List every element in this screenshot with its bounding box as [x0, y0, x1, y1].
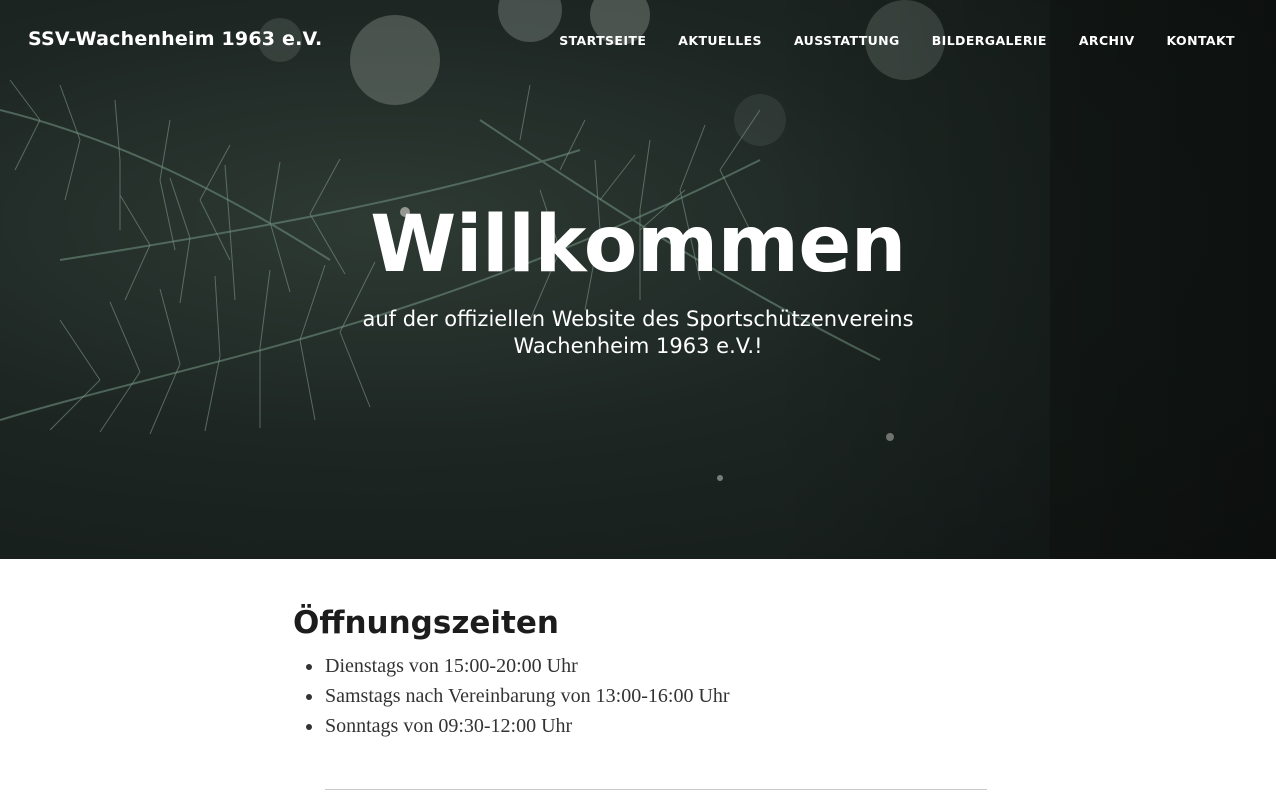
nav-aktuelles[interactable]: AKTUELLES: [678, 33, 762, 48]
nav-bildergalerie[interactable]: BILDERGALERIE: [932, 33, 1047, 48]
nav-ausstattung[interactable]: AUSSTATTUNG: [794, 33, 900, 48]
list-item: Sonntags von 09:30-12:00 Uhr: [303, 711, 993, 741]
opening-hours-heading: Öffnungszeiten: [293, 605, 559, 641]
nav-archiv[interactable]: ARCHIV: [1079, 33, 1135, 48]
nav-kontakt[interactable]: KONTAKT: [1167, 33, 1235, 48]
section-divider: [325, 789, 987, 790]
hero-section: SSV-Wachenheim 1963 e.V. STARTSEITE AKTU…: [0, 0, 1276, 559]
list-item: Samstags nach Vereinbarung von 13:00-16:…: [303, 681, 993, 711]
site-title-link[interactable]: SSV-Wachenheim 1963 e.V.: [28, 28, 322, 50]
opening-hours-section: Öffnungszeiten Dienstags von 15:00-20:00…: [293, 605, 993, 741]
opening-hours-list: Dienstags von 15:00-20:00 Uhr Samstags n…: [293, 651, 993, 741]
nav-startseite[interactable]: STARTSEITE: [559, 33, 646, 48]
hero-subtitle: auf der offiziellen Website des Sportsch…: [362, 307, 914, 358]
list-item: Dienstags von 15:00-20:00 Uhr: [303, 651, 993, 681]
hero-heading: Willkommen: [370, 200, 906, 290]
main-navigation: STARTSEITE AKTUELLES AUSSTATTUNG BILDERG…: [527, 33, 1235, 48]
